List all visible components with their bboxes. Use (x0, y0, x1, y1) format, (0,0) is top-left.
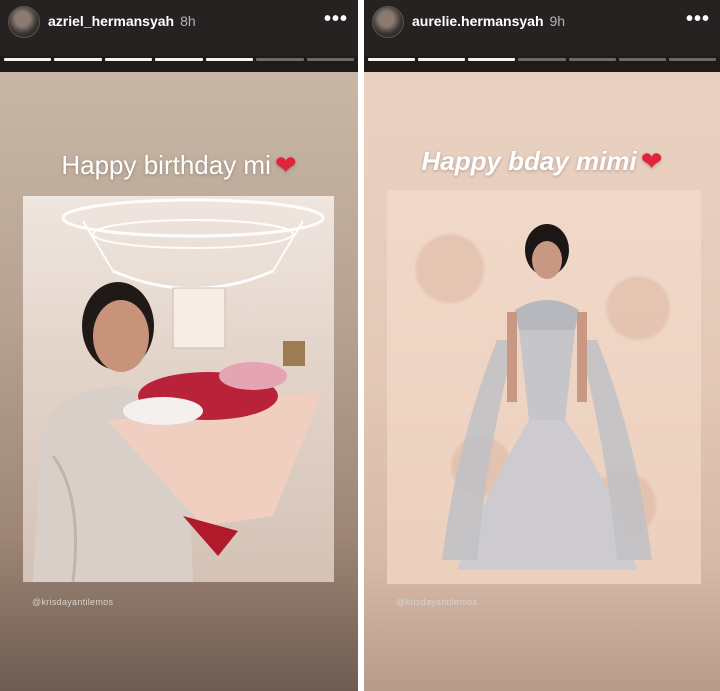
timestamp: 8h (180, 13, 196, 29)
story-caption: Happy birthday mi ❤ (61, 150, 297, 180)
avatar[interactable] (372, 6, 404, 38)
woman-in-gown (442, 224, 652, 570)
story-header: aurelie.hermansyah 9h ••• (364, 0, 720, 56)
progress-segment (205, 58, 254, 61)
progress-segment (368, 58, 416, 61)
heart-icon: ❤ (640, 146, 663, 176)
avatar[interactable] (8, 6, 40, 38)
story-progress-bar (4, 58, 354, 61)
chandelier (61, 198, 325, 290)
story-header: azriel_hermansyah 8h ••• (0, 0, 358, 56)
progress-segment (4, 58, 52, 61)
heart-icon: ❤ (274, 150, 297, 180)
photo-credit: @krisdayantilemos (396, 597, 478, 607)
more-options-icon[interactable]: ••• (686, 8, 710, 31)
story-photo (23, 196, 334, 582)
progress-segment (568, 58, 616, 61)
progress-segment (518, 58, 566, 61)
photo-illustration (442, 224, 652, 570)
story-panel-left[interactable]: azriel_hermansyah 8h ••• Happy birthday m… (0, 0, 358, 691)
progress-segment (668, 58, 716, 61)
progress-segment (618, 58, 666, 61)
progress-segment (306, 58, 354, 61)
timestamp: 9h (549, 13, 566, 29)
username[interactable]: azriel_hermansyah 8h (48, 13, 196, 29)
progress-segment (256, 58, 304, 61)
story-canvas[interactable]: Happy bday mimi ❤ @krisdayantilemos (364, 72, 720, 691)
username[interactable]: aurelie.hermansyah 9h (412, 13, 565, 29)
progress-segment (418, 58, 466, 61)
story-panel-right[interactable]: aurelie.hermansyah 9h ••• Happy bday mimi… (364, 0, 720, 691)
progress-segment (104, 58, 153, 61)
progress-segment (155, 58, 203, 61)
story-progress-bar (368, 58, 716, 61)
photo-credit: @krisdayantilemos (32, 597, 114, 607)
story-canvas[interactable]: Happy birthday mi ❤ @krisdayantilemos (0, 72, 358, 691)
more-options-icon[interactable]: ••• (324, 8, 348, 31)
story-caption: Happy bday mimi ❤ (421, 146, 663, 176)
progress-segment (468, 58, 516, 61)
progress-segment (54, 58, 102, 61)
photo-illustration (33, 198, 325, 582)
story-photo (387, 190, 701, 584)
